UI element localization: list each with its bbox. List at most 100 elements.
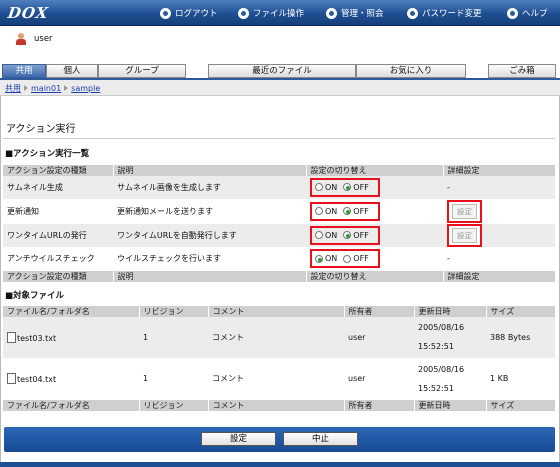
toggle-onetime-url: ON OFF xyxy=(310,225,380,245)
file-owner: user xyxy=(344,358,414,400)
tab-trash[interactable]: ごみ箱 xyxy=(488,64,556,78)
col-action-type: アクション設定の種類 xyxy=(3,165,113,176)
file-updated: 2005/08/16 15:52:51 xyxy=(414,358,486,400)
radio-on[interactable]: ON xyxy=(315,254,337,263)
radio-off[interactable]: OFF xyxy=(343,183,369,192)
admin-icon xyxy=(326,7,337,19)
nav-logout[interactable]: ログアウト xyxy=(160,6,218,20)
file-updated: 2005/08/16 15:52:51 xyxy=(414,317,486,359)
file-size: 388 Bytes xyxy=(486,317,555,359)
action-name: 更新通知 xyxy=(3,199,113,224)
col-size: サイズ xyxy=(485,306,555,317)
submit-button[interactable]: 設定 xyxy=(201,432,276,446)
help-icon xyxy=(507,7,518,19)
file-comment: コメント xyxy=(208,358,344,400)
page-title: アクション実行 xyxy=(6,124,76,135)
radio-circle-icon xyxy=(343,183,352,192)
user-row xyxy=(0,26,560,62)
action-row-antivirus: アンチウイルスチェック ウイルスチェックを行います ON OFF - xyxy=(3,247,555,271)
tab-personal[interactable]: 個人 xyxy=(46,64,98,78)
radio-off[interactable]: OFF xyxy=(343,231,369,240)
files-section-title: ■対象ファイル xyxy=(5,291,65,301)
radio-on[interactable]: ON xyxy=(315,231,337,240)
action-name: サムネイル生成 xyxy=(3,176,113,200)
nav-admin[interactable]: 管理・照会 xyxy=(326,6,384,20)
radio-circle-icon xyxy=(315,231,323,239)
nav-file-ops[interactable]: ファイル操作 xyxy=(238,6,304,20)
nav-password[interactable]: パスワード変更 xyxy=(407,6,482,20)
file-comment: コメント xyxy=(208,317,344,359)
radio-off[interactable]: OFF xyxy=(343,254,369,263)
nav-help[interactable]: ヘルプ xyxy=(507,6,548,20)
action-row-thumbnail: サムネイル生成 サムネイル画像を生成します ON OFF - xyxy=(3,176,555,200)
radio-circle-icon xyxy=(315,207,323,215)
breadcrumb-main01[interactable]: main01 xyxy=(31,84,61,93)
file-row[interactable]: test03.txt 1 コメント user 2005/08/16 15:52:5… xyxy=(3,317,555,359)
file-name: test03.txt xyxy=(3,317,139,359)
col-comment: コメント xyxy=(207,306,344,317)
breadcrumb: 共用 main01 sample xyxy=(5,83,100,94)
breadcrumb-shared[interactable]: 共用 xyxy=(5,84,21,93)
action-name: アンチウイルスチェック xyxy=(3,247,113,271)
toggle-update-notify: ON OFF xyxy=(310,201,380,221)
file-revision: 1 xyxy=(139,358,208,400)
file-row[interactable]: test04.txt 1 コメント user 2005/08/16 15:52:5… xyxy=(3,358,555,400)
actions-table-footer: アクション設定の種類 説明 設定の切り替え 詳細設定 xyxy=(3,270,555,282)
detail-setting-button[interactable]: 設定 xyxy=(447,199,482,223)
breadcrumb-sample[interactable]: sample xyxy=(71,84,100,93)
action-desc: 更新通知メールを送ります xyxy=(113,199,306,224)
col-updated: 更新日時 xyxy=(413,306,486,317)
gear-icon xyxy=(238,7,249,19)
radio-circle-icon xyxy=(343,254,352,263)
col-toggle: 設定の切り替え xyxy=(305,165,443,176)
cancel-button[interactable]: 中止 xyxy=(283,432,358,446)
radio-on[interactable]: ON xyxy=(315,207,337,216)
chevron-right-icon xyxy=(24,85,28,91)
refresh-icon xyxy=(407,7,418,19)
action-row-update-notify: 更新通知 更新通知メールを送ります ON OFF 設定 xyxy=(3,199,555,224)
file-icon xyxy=(7,373,16,384)
col-description: 説明 xyxy=(112,165,306,176)
file-icon xyxy=(7,331,16,343)
detail-setting-button[interactable]: 設定 xyxy=(447,223,482,247)
actions-table-header: アクション設定の種類 説明 設定の切り替え 詳細設定 xyxy=(3,165,555,176)
file-owner: user xyxy=(344,317,414,359)
tab-recent-files[interactable]: 最近のファイル xyxy=(208,64,356,78)
radio-circle-icon xyxy=(343,231,352,239)
dox-logo: DOX xyxy=(6,4,50,22)
toggle-antivirus: ON OFF xyxy=(310,249,380,268)
col-owner: 所有者 xyxy=(343,306,414,317)
actions-table: アクション設定の種類 説明 設定の切り替え 詳細設定 サムネイル生成 サムネイル… xyxy=(3,165,555,282)
files-table-header: ファイル名/フォルダ名 リビジョン コメント 所有者 更新日時 サイズ xyxy=(3,306,555,317)
title-divider xyxy=(3,138,555,139)
tab-group[interactable]: グループ xyxy=(98,64,186,78)
action-desc: ウイルスチェックを行います xyxy=(113,247,306,271)
radio-circle-icon xyxy=(315,183,323,192)
radio-off[interactable]: OFF xyxy=(343,207,369,216)
actions-section-title: ■アクション実行一覧 xyxy=(5,149,90,159)
col-filename: ファイル名/フォルダ名 xyxy=(3,306,139,317)
action-row-onetime-url: ワンタイムURLの発行 ワンタイムURLを自動発行します ON OFF 設定 xyxy=(3,223,555,248)
action-desc: ワンタイムURLを自動発行します xyxy=(113,223,306,248)
col-revision: リビジョン xyxy=(138,306,208,317)
col-detail: 詳細設定 xyxy=(442,165,555,176)
footer-bar xyxy=(0,462,560,467)
radio-circle-icon xyxy=(343,207,352,215)
detail-none: - xyxy=(443,247,555,271)
action-name: ワンタイムURLの発行 xyxy=(3,223,113,248)
detail-none: - xyxy=(443,176,555,200)
action-bar xyxy=(4,427,555,452)
radio-circle-icon xyxy=(315,254,323,263)
tab-shared[interactable]: 共用 xyxy=(2,64,46,78)
file-name: test04.txt xyxy=(3,358,139,400)
logout-icon xyxy=(160,7,171,19)
radio-on[interactable]: ON xyxy=(315,183,337,192)
file-size: 1 KB xyxy=(486,358,555,400)
chevron-right-icon xyxy=(64,85,69,91)
file-revision: 1 xyxy=(139,317,208,359)
tab-favorites[interactable]: お気に入り xyxy=(356,64,466,78)
toggle-thumbnail: ON OFF xyxy=(310,177,380,197)
user-avatar-icon xyxy=(16,33,26,45)
files-table: ファイル名/フォルダ名 リビジョン コメント 所有者 更新日時 サイズ test… xyxy=(3,306,555,411)
username: user xyxy=(34,34,53,44)
